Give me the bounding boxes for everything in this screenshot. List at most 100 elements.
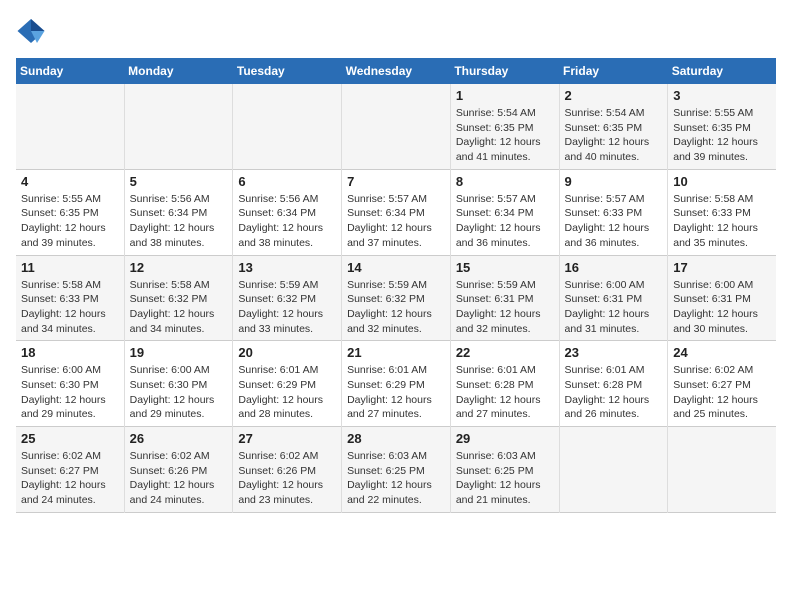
day-number: 16 xyxy=(565,260,663,275)
calendar-day-cell: 8 Sunrise: 5:57 AM Sunset: 6:34 PM Daylig… xyxy=(450,169,559,255)
day-number: 4 xyxy=(21,174,119,189)
calendar-day-cell: 17 Sunrise: 6:00 AM Sunset: 6:31 PM Dayli… xyxy=(668,255,776,341)
calendar-day-cell xyxy=(668,427,776,513)
day-info: Sunrise: 6:00 AM Sunset: 6:30 PM Dayligh… xyxy=(130,363,228,422)
day-info: Sunrise: 5:59 AM Sunset: 6:32 PM Dayligh… xyxy=(238,278,336,337)
day-info: Sunrise: 5:58 AM Sunset: 6:32 PM Dayligh… xyxy=(130,278,228,337)
calendar-day-cell xyxy=(559,427,668,513)
calendar-week-row: 25 Sunrise: 6:02 AM Sunset: 6:27 PM Dayli… xyxy=(16,427,776,513)
day-number: 17 xyxy=(673,260,771,275)
day-info: Sunrise: 6:03 AM Sunset: 6:25 PM Dayligh… xyxy=(456,449,554,508)
calendar-day-cell: 21 Sunrise: 6:01 AM Sunset: 6:29 PM Dayli… xyxy=(342,341,451,427)
calendar-day-cell xyxy=(233,84,342,169)
calendar-day-cell: 18 Sunrise: 6:00 AM Sunset: 6:30 PM Dayli… xyxy=(16,341,124,427)
day-number: 15 xyxy=(456,260,554,275)
day-info: Sunrise: 6:03 AM Sunset: 6:25 PM Dayligh… xyxy=(347,449,445,508)
day-info: Sunrise: 5:57 AM Sunset: 6:34 PM Dayligh… xyxy=(347,192,445,251)
calendar-day-cell: 19 Sunrise: 6:00 AM Sunset: 6:30 PM Dayli… xyxy=(124,341,233,427)
day-number: 8 xyxy=(456,174,554,189)
calendar-day-cell: 7Sunrise: 5:57 AM Sunset: 6:34 PM Daylig… xyxy=(342,169,451,255)
weekday-header: Friday xyxy=(559,58,668,84)
day-number: 1 xyxy=(456,88,554,103)
day-number: 28 xyxy=(347,431,445,446)
day-info: Sunrise: 6:01 AM Sunset: 6:28 PM Dayligh… xyxy=(565,363,663,422)
day-info: Sunrise: 5:56 AM Sunset: 6:34 PM Dayligh… xyxy=(238,192,336,251)
calendar-day-cell: 13 Sunrise: 5:59 AM Sunset: 6:32 PM Dayli… xyxy=(233,255,342,341)
day-info: Sunrise: 6:00 AM Sunset: 6:30 PM Dayligh… xyxy=(21,363,119,422)
day-info: Sunrise: 6:02 AM Sunset: 6:27 PM Dayligh… xyxy=(673,363,771,422)
day-info: Sunrise: 6:00 AM Sunset: 6:31 PM Dayligh… xyxy=(673,278,771,337)
calendar-day-cell: 23 Sunrise: 6:01 AM Sunset: 6:28 PM Dayli… xyxy=(559,341,668,427)
day-number: 27 xyxy=(238,431,336,446)
day-info: Sunrise: 5:55 AM Sunset: 6:35 PM Dayligh… xyxy=(673,106,771,165)
calendar-day-cell xyxy=(342,84,451,169)
calendar-day-cell: 26Sunrise: 6:02 AM Sunset: 6:26 PM Dayli… xyxy=(124,427,233,513)
weekday-header: Sunday xyxy=(16,58,124,84)
day-number: 5 xyxy=(130,174,228,189)
day-info: Sunrise: 5:58 AM Sunset: 6:33 PM Dayligh… xyxy=(21,278,119,337)
day-number: 13 xyxy=(238,260,336,275)
calendar-day-cell: 3 Sunrise: 5:55 AM Sunset: 6:35 PM Daylig… xyxy=(668,84,776,169)
day-number: 23 xyxy=(565,345,663,360)
day-info: Sunrise: 6:00 AM Sunset: 6:31 PM Dayligh… xyxy=(565,278,663,337)
calendar-day-cell: 2Sunrise: 5:54 AM Sunset: 6:35 PM Daylig… xyxy=(559,84,668,169)
day-number: 19 xyxy=(130,345,228,360)
calendar-day-cell: 4 Sunrise: 5:55 AM Sunset: 6:35 PM Daylig… xyxy=(16,169,124,255)
day-info: Sunrise: 6:01 AM Sunset: 6:28 PM Dayligh… xyxy=(456,363,554,422)
day-info: Sunrise: 5:57 AM Sunset: 6:34 PM Dayligh… xyxy=(456,192,554,251)
day-info: Sunrise: 6:02 AM Sunset: 6:26 PM Dayligh… xyxy=(238,449,336,508)
calendar-day-cell: 27 Sunrise: 6:02 AM Sunset: 6:26 PM Dayli… xyxy=(233,427,342,513)
calendar-day-cell: 20 Sunrise: 6:01 AM Sunset: 6:29 PM Dayli… xyxy=(233,341,342,427)
day-number: 18 xyxy=(21,345,119,360)
calendar-table: SundayMondayTuesdayWednesdayThursdayFrid… xyxy=(16,58,776,513)
day-info: Sunrise: 5:55 AM Sunset: 6:35 PM Dayligh… xyxy=(21,192,119,251)
calendar-day-cell: 6 Sunrise: 5:56 AM Sunset: 6:34 PM Daylig… xyxy=(233,169,342,255)
calendar-day-cell: 11 Sunrise: 5:58 AM Sunset: 6:33 PM Dayli… xyxy=(16,255,124,341)
calendar-week-row: 4 Sunrise: 5:55 AM Sunset: 6:35 PM Daylig… xyxy=(16,169,776,255)
calendar-week-row: 1 Sunrise: 5:54 AM Sunset: 6:35 PM Daylig… xyxy=(16,84,776,169)
weekday-header: Thursday xyxy=(450,58,559,84)
day-number: 20 xyxy=(238,345,336,360)
calendar-day-cell: 5 Sunrise: 5:56 AM Sunset: 6:34 PM Daylig… xyxy=(124,169,233,255)
day-info: Sunrise: 5:54 AM Sunset: 6:35 PM Dayligh… xyxy=(456,106,554,165)
day-number: 12 xyxy=(130,260,228,275)
day-info: Sunrise: 6:02 AM Sunset: 6:27 PM Dayligh… xyxy=(21,449,119,508)
weekday-header: Tuesday xyxy=(233,58,342,84)
calendar-day-cell: 24 Sunrise: 6:02 AM Sunset: 6:27 PM Dayli… xyxy=(668,341,776,427)
calendar-day-cell: 22 Sunrise: 6:01 AM Sunset: 6:28 PM Dayli… xyxy=(450,341,559,427)
calendar-day-cell: 9 Sunrise: 5:57 AM Sunset: 6:33 PM Daylig… xyxy=(559,169,668,255)
calendar-day-cell: 14 Sunrise: 5:59 AM Sunset: 6:32 PM Dayli… xyxy=(342,255,451,341)
calendar-day-cell xyxy=(16,84,124,169)
calendar-week-row: 18 Sunrise: 6:00 AM Sunset: 6:30 PM Dayli… xyxy=(16,341,776,427)
day-number: 22 xyxy=(456,345,554,360)
day-info: Sunrise: 5:58 AM Sunset: 6:33 PM Dayligh… xyxy=(673,192,771,251)
day-info: Sunrise: 5:54 AM Sunset: 6:35 PM Dayligh… xyxy=(565,106,663,165)
logo xyxy=(16,16,50,46)
day-number: 6 xyxy=(238,174,336,189)
day-number: 26 xyxy=(130,431,228,446)
logo-icon xyxy=(16,16,46,46)
calendar-week-row: 11 Sunrise: 5:58 AM Sunset: 6:33 PM Dayli… xyxy=(16,255,776,341)
day-number: 21 xyxy=(347,345,445,360)
calendar-day-cell: 16 Sunrise: 6:00 AM Sunset: 6:31 PM Dayli… xyxy=(559,255,668,341)
calendar-day-cell: 1 Sunrise: 5:54 AM Sunset: 6:35 PM Daylig… xyxy=(450,84,559,169)
day-number: 3 xyxy=(673,88,771,103)
day-info: Sunrise: 5:59 AM Sunset: 6:31 PM Dayligh… xyxy=(456,278,554,337)
calendar-day-cell: 28 Sunrise: 6:03 AM Sunset: 6:25 PM Dayli… xyxy=(342,427,451,513)
day-number: 10 xyxy=(673,174,771,189)
day-info: Sunrise: 5:57 AM Sunset: 6:33 PM Dayligh… xyxy=(565,192,663,251)
day-number: 24 xyxy=(673,345,771,360)
day-number: 11 xyxy=(21,260,119,275)
day-info: Sunrise: 5:56 AM Sunset: 6:34 PM Dayligh… xyxy=(130,192,228,251)
day-number: 29 xyxy=(456,431,554,446)
day-number: 9 xyxy=(565,174,663,189)
day-info: Sunrise: 6:01 AM Sunset: 6:29 PM Dayligh… xyxy=(238,363,336,422)
weekday-header: Monday xyxy=(124,58,233,84)
day-number: 25 xyxy=(21,431,119,446)
day-number: 14 xyxy=(347,260,445,275)
weekday-header-row: SundayMondayTuesdayWednesdayThursdayFrid… xyxy=(16,58,776,84)
calendar-day-cell: 15 Sunrise: 5:59 AM Sunset: 6:31 PM Dayli… xyxy=(450,255,559,341)
day-info: Sunrise: 6:01 AM Sunset: 6:29 PM Dayligh… xyxy=(347,363,445,422)
day-info: Sunrise: 5:59 AM Sunset: 6:32 PM Dayligh… xyxy=(347,278,445,337)
calendar-day-cell xyxy=(124,84,233,169)
